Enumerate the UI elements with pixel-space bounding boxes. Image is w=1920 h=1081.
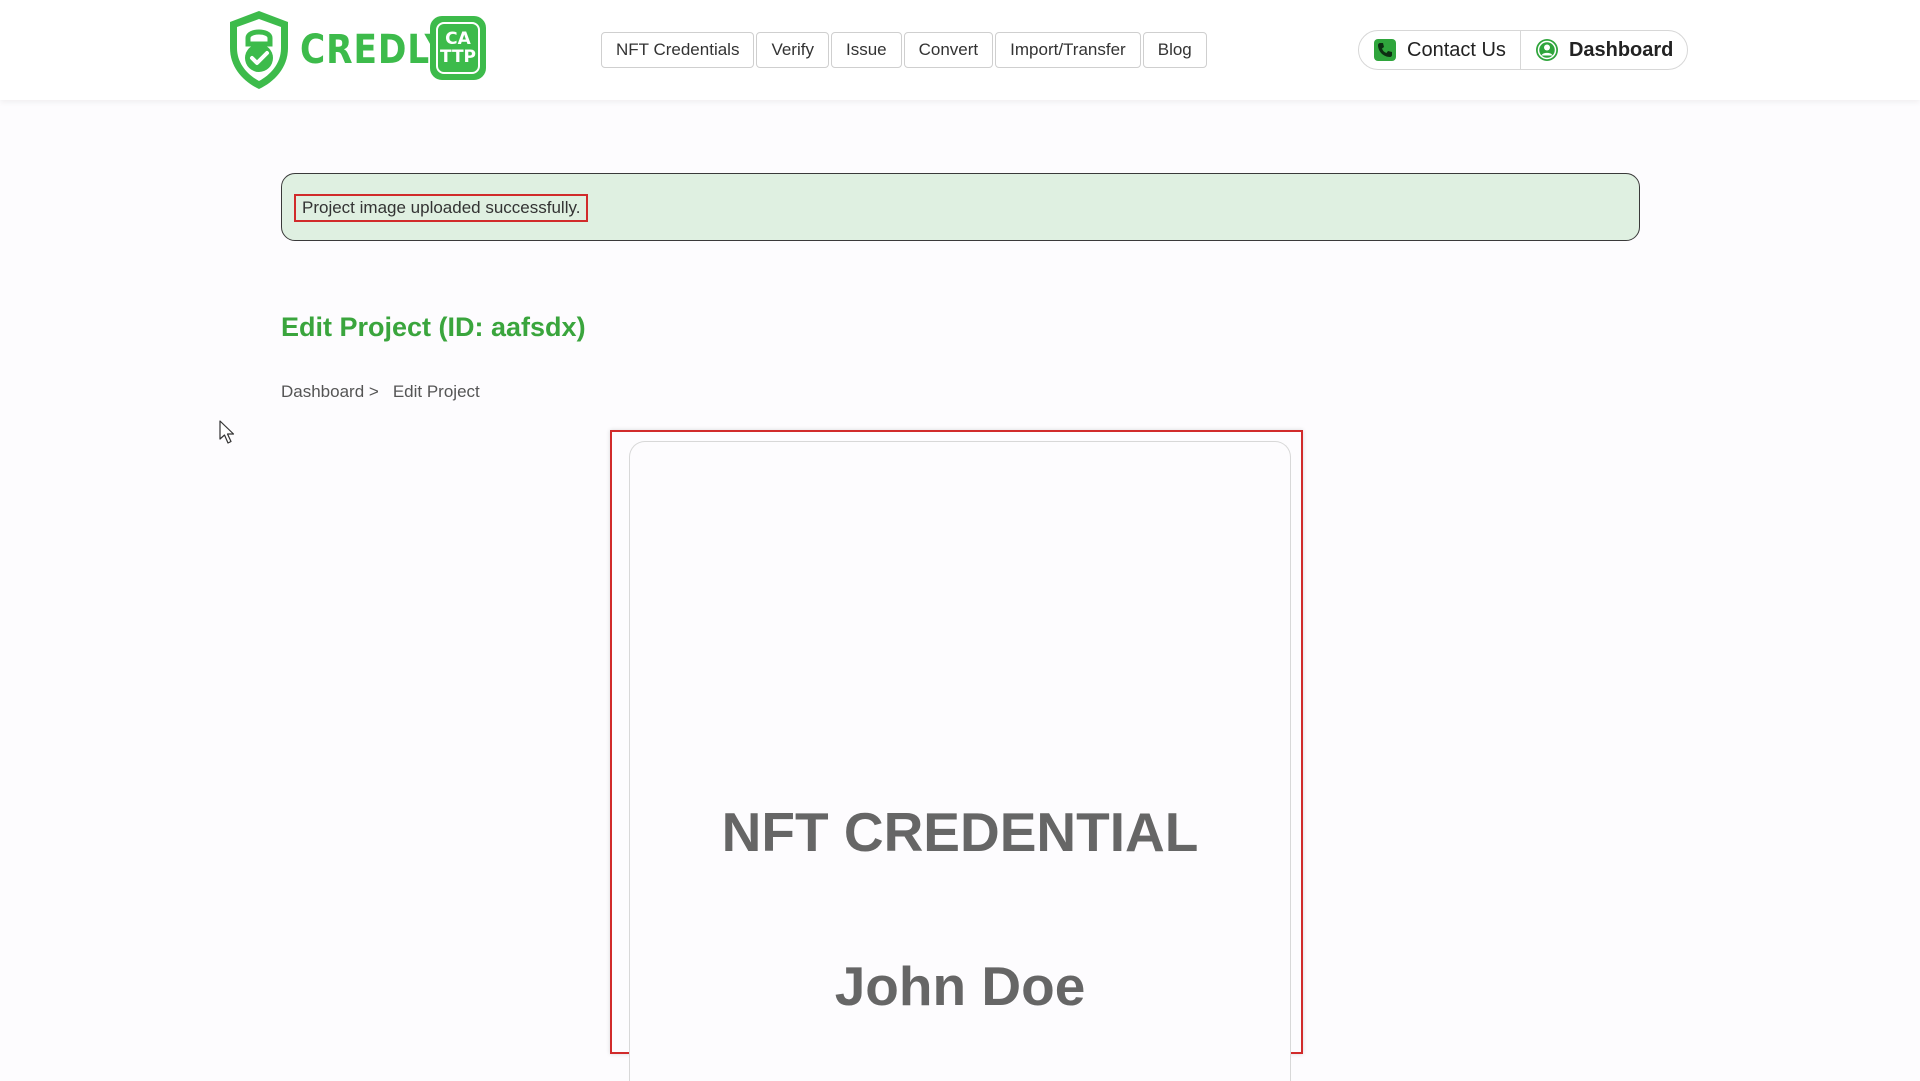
nav-nft-credentials[interactable]: NFT Credentials bbox=[601, 32, 755, 68]
site-logo[interactable]: CREDLY CA TTP bbox=[224, 8, 486, 92]
logo-text: CREDLY bbox=[300, 27, 451, 73]
site-header: CREDLY CA TTP NFT Credentials Verify Iss… bbox=[0, 0, 1920, 100]
credential-preview-card: NFT CREDENTIAL John Doe bbox=[629, 441, 1291, 1081]
nav-blog[interactable]: Blog bbox=[1142, 32, 1207, 68]
page-title: Edit Project (ID: aafsdx) bbox=[281, 312, 586, 342]
mouse-cursor-icon bbox=[219, 420, 235, 444]
breadcrumb-dashboard[interactable]: Dashboard > bbox=[281, 382, 379, 402]
logo-badge-top: CA bbox=[445, 29, 471, 49]
main-nav: NFT Credentials Verify Issue Convert Imp… bbox=[601, 32, 1207, 68]
nav-import-transfer[interactable]: Import/Transfer bbox=[995, 32, 1141, 68]
header-actions: Contact Us Dashboard bbox=[1358, 30, 1689, 70]
user-icon bbox=[1535, 39, 1558, 61]
shield-check-icon bbox=[230, 11, 288, 89]
nav-issue[interactable]: Issue bbox=[830, 32, 902, 68]
contact-us-label: Contact Us bbox=[1407, 38, 1506, 61]
success-alert: Project image uploaded successfully. bbox=[281, 173, 1640, 241]
credential-title: NFT CREDENTIAL bbox=[721, 801, 1199, 863]
dashboard-button[interactable]: Dashboard bbox=[1519, 31, 1687, 69]
dashboard-label: Dashboard bbox=[1568, 38, 1674, 61]
nav-verify[interactable]: Verify bbox=[756, 32, 829, 68]
logo-badge: CA TTP bbox=[430, 16, 486, 80]
phone-icon bbox=[1374, 39, 1396, 61]
contact-us-button[interactable]: Contact Us bbox=[1359, 31, 1520, 69]
breadcrumb-current: Edit Project bbox=[392, 382, 480, 401]
logo-badge-bottom: TTP bbox=[439, 47, 477, 67]
nav-convert[interactable]: Convert bbox=[903, 32, 994, 68]
breadcrumb: Dashboard > Edit Project bbox=[281, 382, 480, 402]
alert-message: Project image uploaded successfully. bbox=[294, 194, 589, 222]
credential-name: John Doe bbox=[834, 955, 1086, 1017]
